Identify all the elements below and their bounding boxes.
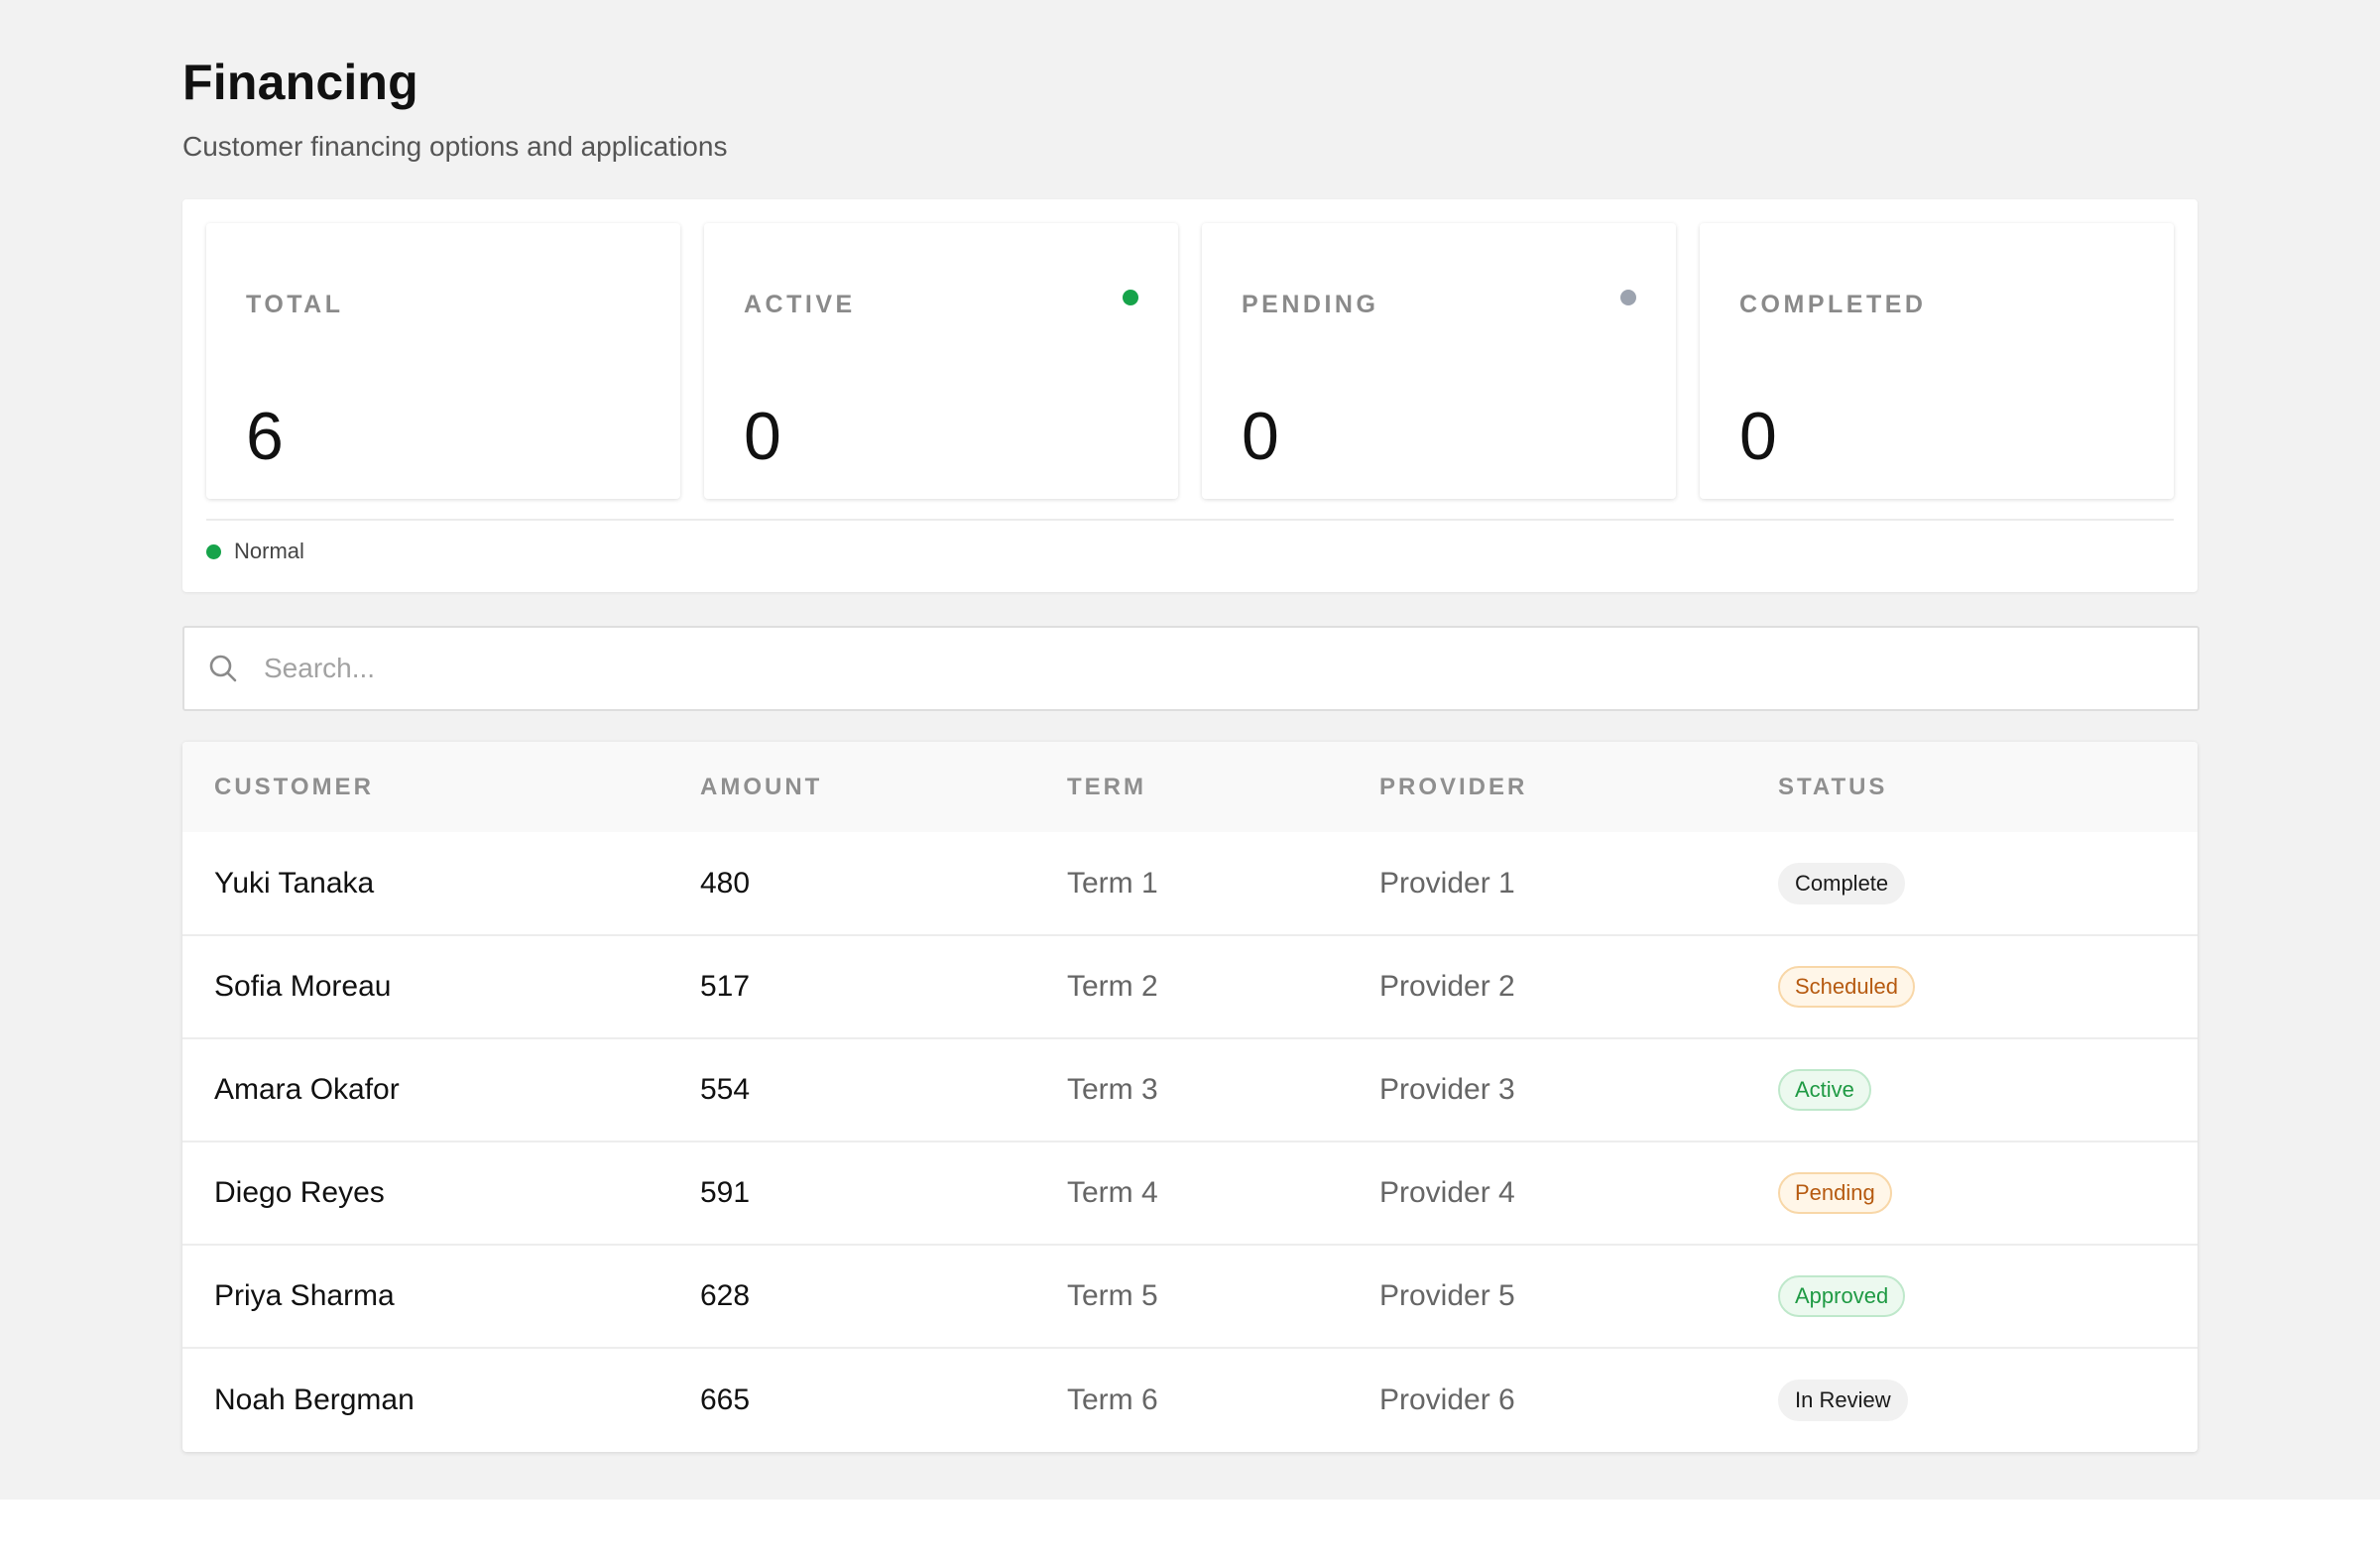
status-badge: Scheduled: [1778, 966, 1915, 1008]
table-row[interactable]: Diego Reyes 591 Term 4 Provider 4 Pendin…: [182, 1142, 2198, 1245]
cell-status: Active: [1778, 1038, 2198, 1142]
stats-panel: TOTAL 6 ACTIVE 0 PENDING 0 COMPLETED 0 N…: [182, 199, 2198, 592]
status-badge: In Review: [1778, 1379, 1908, 1421]
cell-provider: Provider 4: [1379, 1176, 1515, 1209]
column-header-provider[interactable]: PROVIDER: [1379, 742, 1778, 832]
stat-label: COMPLETED: [1739, 291, 1927, 318]
cell-term: Term 5: [1067, 1279, 1158, 1312]
cell-term: Term 1: [1067, 866, 1158, 900]
table-header-row: CUSTOMER AMOUNT TERM PROVIDER STATUS: [182, 742, 2198, 832]
stats-divider: [206, 519, 2174, 521]
cell-amount: 665: [700, 1383, 751, 1416]
cell-provider: Provider 2: [1379, 970, 1515, 1003]
column-header-status[interactable]: STATUS: [1778, 742, 2198, 832]
cell-amount: 480: [700, 866, 751, 900]
cell-term: Term 2: [1067, 970, 1158, 1003]
search-icon: [208, 654, 238, 683]
cell-status: Complete: [1778, 832, 2198, 935]
legend-dot-icon: [206, 543, 221, 559]
cell-customer: Amara Okafor: [214, 1073, 400, 1106]
cell-customer: Yuki Tanaka: [214, 866, 375, 900]
cell-status: Pending: [1778, 1142, 2198, 1245]
stat-value: 0: [744, 399, 781, 474]
column-header-amount[interactable]: AMOUNT: [700, 742, 1067, 832]
status-badge: Complete: [1778, 862, 1906, 904]
stat-card-total: TOTAL 6: [206, 223, 680, 499]
stat-label: PENDING: [1242, 291, 1379, 318]
column-header-term[interactable]: TERM: [1067, 742, 1379, 832]
financing-page: Financing Customer financing options and…: [0, 0, 2380, 1500]
cell-amount: 591: [700, 1176, 751, 1209]
page-title: Financing: [182, 55, 418, 110]
stat-label: TOTAL: [246, 291, 344, 318]
stat-label: ACTIVE: [744, 291, 856, 318]
table-row[interactable]: Sofia Moreau 517 Term 2 Provider 2 Sched…: [182, 935, 2198, 1038]
cell-term: Term 6: [1067, 1383, 1158, 1416]
cell-status: Scheduled: [1778, 935, 2198, 1038]
stat-value: 6: [246, 399, 284, 474]
cell-status: In Review: [1778, 1348, 2198, 1451]
table-row[interactable]: Priya Sharma 628 Term 5 Provider 5 Appro…: [182, 1245, 2198, 1348]
stat-card-active: ACTIVE 0: [704, 223, 1178, 499]
search-input[interactable]: [262, 633, 2198, 704]
cell-provider: Provider 6: [1379, 1383, 1515, 1416]
cell-amount: 628: [700, 1279, 751, 1312]
column-header-customer[interactable]: CUSTOMER: [182, 742, 700, 832]
search-box[interactable]: [182, 626, 2200, 711]
cell-provider: Provider 3: [1379, 1073, 1515, 1106]
table-row[interactable]: Amara Okafor 554 Term 3 Provider 3 Activ…: [182, 1038, 2198, 1142]
cell-term: Term 4: [1067, 1176, 1158, 1209]
cell-provider: Provider 1: [1379, 866, 1515, 900]
stat-card-completed: COMPLETED 0: [1700, 223, 2174, 499]
cell-customer: Noah Bergman: [214, 1383, 415, 1416]
table-row[interactable]: Noah Bergman 665 Term 6 Provider 6 In Re…: [182, 1348, 2198, 1451]
cell-term: Term 3: [1067, 1073, 1158, 1106]
stats-legend: Normal: [206, 539, 304, 564]
legend-label: Normal: [234, 539, 304, 563]
cell-status: Approved: [1778, 1245, 2198, 1348]
status-badge: Pending: [1778, 1172, 1892, 1214]
cell-customer: Priya Sharma: [214, 1279, 395, 1312]
cell-customer: Sofia Moreau: [214, 970, 392, 1003]
page-subtitle: Customer financing options and applicati…: [182, 131, 728, 162]
cell-amount: 554: [700, 1073, 751, 1106]
status-dot-icon: [1123, 290, 1138, 305]
status-badge: Active: [1778, 1069, 1871, 1111]
stat-value: 0: [1739, 399, 1777, 474]
status-dot-icon: [1620, 290, 1636, 305]
stat-card-pending: PENDING 0: [1202, 223, 1676, 499]
table-row[interactable]: Yuki Tanaka 480 Term 1 Provider 1 Comple…: [182, 832, 2198, 935]
cell-provider: Provider 5: [1379, 1279, 1515, 1312]
financing-table: CUSTOMER AMOUNT TERM PROVIDER STATUS Yuk…: [182, 742, 2198, 1452]
cell-customer: Diego Reyes: [214, 1176, 385, 1209]
stat-value: 0: [1242, 399, 1279, 474]
page-header: Financing Customer financing options and…: [182, 50, 727, 165]
cell-amount: 517: [700, 970, 751, 1003]
status-badge: Approved: [1778, 1275, 1906, 1317]
